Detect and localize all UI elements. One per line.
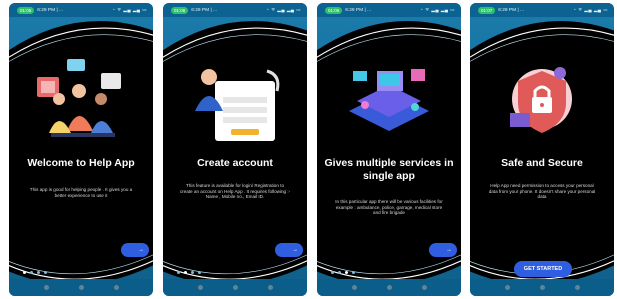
page-dot xyxy=(177,271,180,274)
nav-back-button[interactable] xyxy=(43,285,49,290)
page-description: This app is good for helping people . It… xyxy=(29,187,133,198)
arrow-right-icon: → xyxy=(138,247,144,253)
nav-back-button[interactable] xyxy=(504,285,510,290)
phone-screen-safe-secure: 01:07 6:29 PM | ... ◔ ᯤ ▂▄ ▂▄ ▭ Safe and… xyxy=(470,3,614,296)
nav-back-button[interactable] xyxy=(197,285,203,290)
phone-screen-welcome: 01:05 6:29 PM | ... ◔ ᯤ ▂▄ ▂▄ ▭ Welcome … xyxy=(9,3,153,296)
status-bar: 01:06 6:29 PM | ... ◔ ᯤ ▂▄ ▂▄ ▭ xyxy=(163,3,307,17)
phone-screen-create-account: 01:06 6:29 PM | ... ◔ ᯤ ▂▄ ▂▄ ▭ Create a… xyxy=(163,3,307,296)
people-helping-illustration xyxy=(37,59,121,137)
onboarding-page: Safe and Secure Help App need permission… xyxy=(470,17,614,279)
nav-home-button[interactable] xyxy=(386,285,392,290)
page-dot xyxy=(37,271,40,274)
page-dot xyxy=(338,271,341,274)
nav-recents-button[interactable] xyxy=(113,285,119,290)
system-navigation-bar xyxy=(317,279,461,296)
page-description: Help App need permission to access your … xyxy=(488,183,596,200)
page-dot xyxy=(30,271,33,274)
onboarding-page: Welcome to Help App This app is good for… xyxy=(9,17,153,279)
status-time: 6:29 PM | ... xyxy=(345,7,372,13)
nav-recents-button[interactable] xyxy=(267,285,273,290)
security-lock-illustration xyxy=(510,67,572,133)
page-dot xyxy=(191,271,194,274)
system-navigation-bar xyxy=(9,279,153,296)
call-indicator: 01:05 xyxy=(17,6,35,14)
arrow-right-icon: → xyxy=(292,247,298,253)
next-button[interactable]: → xyxy=(275,243,303,257)
nav-back-button[interactable] xyxy=(351,285,357,290)
system-icons: ◔ ᯤ ▂▄ ▂▄ ▭ xyxy=(573,7,608,12)
arrow-right-icon: → xyxy=(446,247,452,253)
status-time: 6:29 PM | ... xyxy=(498,7,525,13)
status-bar: 01:05 6:29 PM | ... ◔ ᯤ ▂▄ ▂▄ ▭ xyxy=(9,3,153,17)
nav-home-button[interactable] xyxy=(232,285,238,290)
nav-recents-button[interactable] xyxy=(574,285,580,290)
system-navigation-bar xyxy=(163,279,307,296)
onboarding-page: Create account This feature is available… xyxy=(163,17,307,279)
get-started-button[interactable]: GET STARTED xyxy=(514,261,572,277)
page-description: In this particular app there will be var… xyxy=(335,199,443,216)
status-bar: 01:07 6:29 PM | ... ◔ ᯤ ▂▄ ▂▄ ▭ xyxy=(470,3,614,17)
next-button[interactable]: → xyxy=(429,243,457,257)
page-dot xyxy=(23,271,26,274)
status-time: 6:29 PM | ... xyxy=(191,7,218,13)
page-description: This feature is available for login/ Reg… xyxy=(179,183,291,200)
page-title: Gives multiple services in single app xyxy=(324,157,454,182)
onboarding-page: Gives multiple services in single app In… xyxy=(317,17,461,279)
registration-form-illustration xyxy=(195,69,280,141)
next-button[interactable]: → xyxy=(121,243,149,257)
call-indicator: 01:06 xyxy=(171,6,189,14)
system-navigation-bar xyxy=(470,279,614,296)
call-indicator: 01:07 xyxy=(478,6,496,14)
status-time: 6:29 PM | ... xyxy=(37,7,64,13)
call-indicator: 01:06 xyxy=(325,6,343,14)
status-bar: 01:06 6:29 PM | ... ◔ ᯤ ▂▄ ▂▄ ▭ xyxy=(317,3,461,17)
phone-screen-services: 01:06 6:29 PM | ... ◔ ᯤ ▂▄ ▂▄ ▭ Gives mu… xyxy=(317,3,461,296)
page-title: Create account xyxy=(197,157,273,169)
system-icons: ◔ ᯤ ▂▄ ▂▄ ▭ xyxy=(266,7,301,12)
page-dot xyxy=(44,271,47,274)
page-dot xyxy=(198,271,201,274)
isometric-services-illustration xyxy=(349,69,429,131)
nav-recents-button[interactable] xyxy=(421,285,427,290)
system-icons: ◔ ᯤ ▂▄ ▂▄ ▭ xyxy=(112,7,147,12)
page-dot xyxy=(184,271,187,274)
nav-home-button[interactable] xyxy=(539,285,545,290)
page-dot xyxy=(352,271,355,274)
page-title: Safe and Secure xyxy=(501,157,583,169)
page-dot xyxy=(345,271,348,274)
page-dot xyxy=(331,271,334,274)
page-title: Welcome to Help App xyxy=(27,157,135,169)
system-icons: ◔ ᯤ ▂▄ ▂▄ ▭ xyxy=(420,7,455,12)
nav-home-button[interactable] xyxy=(78,285,84,290)
